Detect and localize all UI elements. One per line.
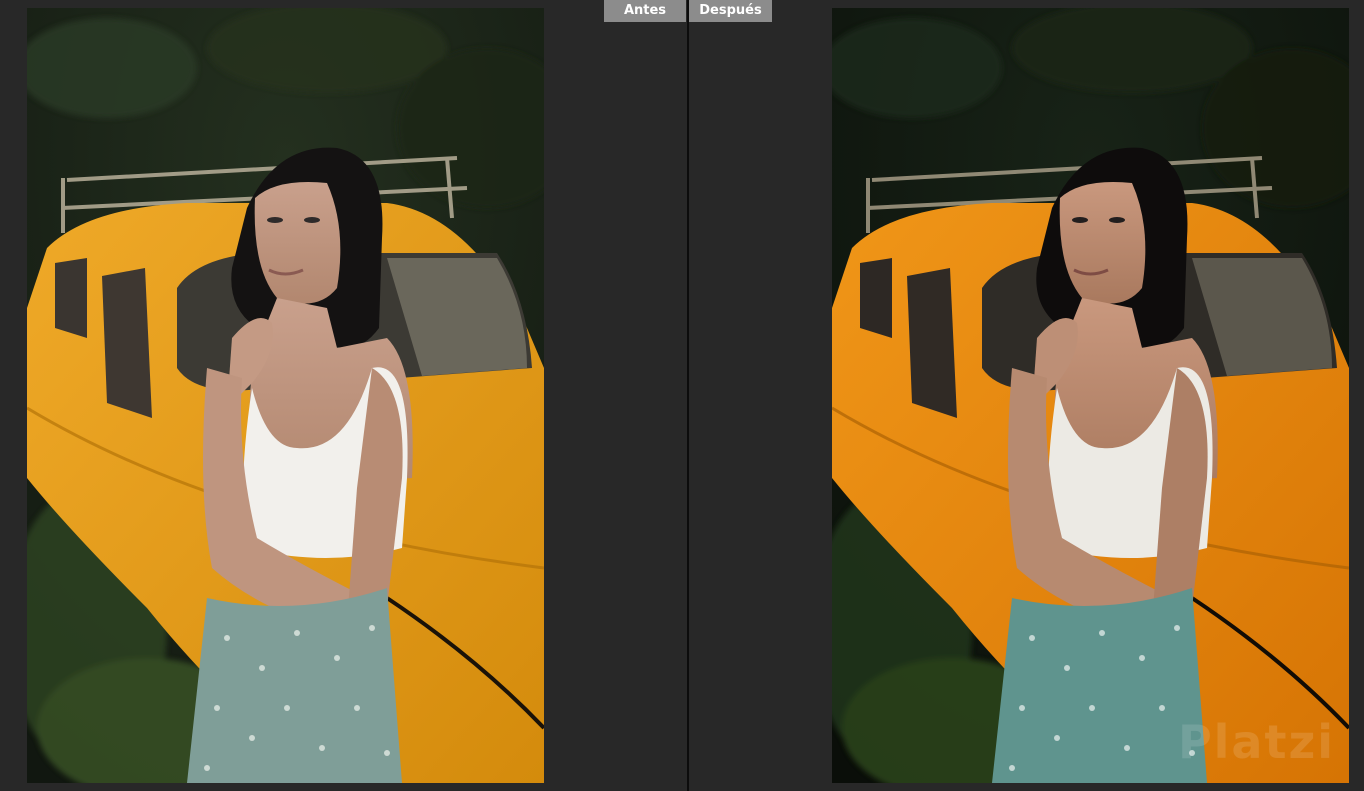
before-label-tab[interactable]: Antes — [604, 0, 686, 22]
platzi-watermark: Platzi — [1177, 715, 1335, 769]
after-label-tab[interactable]: Después — [689, 0, 772, 22]
comparison-divider[interactable] — [687, 0, 689, 791]
before-photo-illustration — [27, 8, 544, 783]
before-photo — [27, 8, 544, 783]
before-after-viewer: Antes Después Platzi — [0, 0, 1364, 791]
after-photo-illustration — [832, 8, 1349, 783]
after-photo: Platzi — [832, 8, 1349, 783]
